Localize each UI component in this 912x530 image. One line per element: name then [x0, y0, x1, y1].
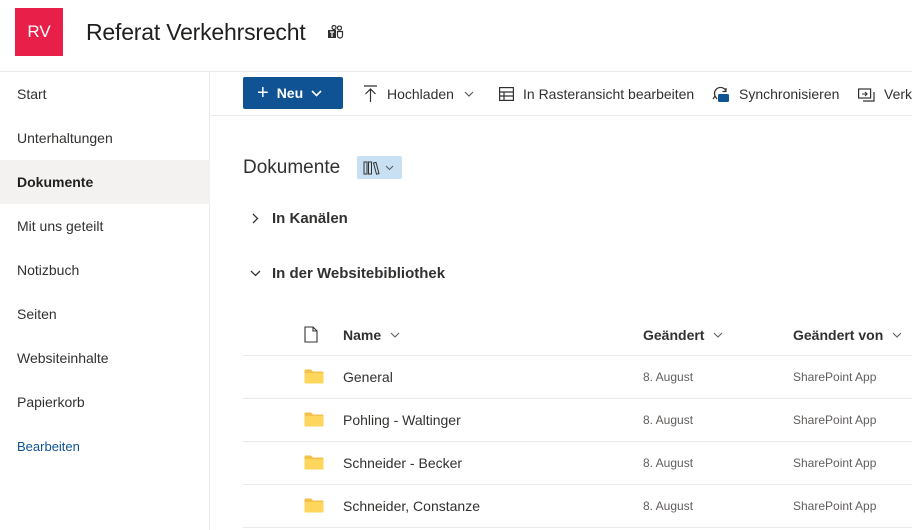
column-header-name-label: Name — [343, 327, 382, 343]
file-type-icon[interactable] — [304, 326, 318, 343]
new-button[interactable]: + Neu — [243, 77, 343, 109]
folder-icon — [304, 455, 324, 470]
column-header-name[interactable]: Name — [343, 320, 400, 350]
upload-label: Hochladen — [387, 86, 454, 102]
shortcut-icon — [858, 87, 875, 102]
row-modified: 8. August — [643, 413, 694, 427]
column-header-modified-by-label: Geändert von — [793, 327, 884, 343]
library-title: Dokumente — [243, 157, 341, 178]
section-site-library[interactable]: In der Websitebibliothek — [243, 258, 445, 288]
chevron-down-icon — [390, 332, 400, 338]
nav-item-documents[interactable]: Dokumente — [0, 160, 210, 204]
row-modified-by: SharePoint App — [793, 499, 877, 513]
nav-item-recycle-bin[interactable]: Papierkorb — [0, 380, 210, 424]
chevron-down-icon — [464, 91, 474, 97]
column-header-modified-label: Geändert — [643, 327, 705, 343]
site-header: RV Referat Verkehrsrecht — [0, 0, 912, 70]
row-modified-by: SharePoint App — [793, 456, 877, 470]
row-modified: 8. August — [643, 456, 694, 470]
upload-icon — [364, 85, 377, 102]
table-row[interactable]: General 8. August SharePoint App — [243, 356, 912, 399]
left-navigation: Start Unterhaltungen Dokumente Mit uns g… — [0, 72, 210, 530]
teams-icon[interactable] — [327, 25, 344, 40]
section-in-channels[interactable]: In Kanälen — [243, 203, 348, 233]
folder-icon — [304, 498, 324, 513]
row-name[interactable]: Schneider, Constanze — [343, 498, 480, 514]
section-in-channels-label: In Kanälen — [272, 209, 348, 227]
chevron-down-icon — [311, 89, 322, 97]
chevron-down-icon — [385, 165, 394, 170]
column-header-modified[interactable]: Geändert — [643, 320, 723, 350]
grid-view-icon — [499, 87, 514, 101]
site-logo[interactable]: RV — [15, 8, 63, 56]
shortcut-label: Verkn — [884, 86, 912, 102]
shortcut-button[interactable]: Verkn — [858, 80, 912, 108]
row-name[interactable]: Schneider - Becker — [343, 455, 462, 471]
nav-item-notebook[interactable]: Notizbuch — [0, 248, 210, 292]
view-switcher[interactable] — [357, 156, 402, 179]
table-row[interactable]: Schneider, Constanze 8. August SharePoin… — [243, 485, 912, 528]
upload-button[interactable]: Hochladen — [363, 80, 474, 108]
row-modified: 8. August — [643, 370, 694, 384]
edit-grid-view-button[interactable]: In Rasteransicht bearbeiten — [499, 80, 694, 108]
row-modified-by: SharePoint App — [793, 370, 877, 384]
row-name[interactable]: Pohling - Waltinger — [343, 412, 461, 428]
nav-edit-link[interactable]: Bearbeiten — [0, 424, 210, 468]
column-header-modified-by[interactable]: Geändert von — [793, 320, 902, 350]
new-button-label: Neu — [276, 85, 304, 101]
nav-item-site-contents[interactable]: Websiteinhalte — [0, 336, 210, 380]
folder-icon — [304, 369, 324, 384]
sync-button[interactable]: Synchronisieren — [712, 80, 839, 108]
row-modified-by: SharePoint App — [793, 413, 877, 427]
chevron-right-icon — [252, 213, 259, 223]
plus-icon: + — [257, 82, 269, 104]
nav-item-start[interactable]: Start — [0, 72, 210, 116]
chevron-down-icon — [250, 270, 261, 276]
sync-icon — [712, 86, 729, 102]
table-row[interactable]: Schneider - Becker 8. August SharePoint … — [243, 442, 912, 485]
nav-item-pages[interactable]: Seiten — [0, 292, 210, 336]
chevron-down-icon — [892, 332, 902, 338]
row-name[interactable]: General — [343, 369, 393, 385]
command-bar: + Neu Hochladen In Rasteransicht bearbei… — [211, 72, 912, 116]
nav-item-shared-with-us[interactable]: Mit uns geteilt — [0, 204, 210, 248]
section-site-library-label: In der Websitebibliothek — [272, 264, 446, 282]
sync-label: Synchronisieren — [739, 86, 840, 102]
folder-icon — [304, 412, 324, 427]
library-view-icon — [363, 161, 380, 175]
nav-item-conversations[interactable]: Unterhaltungen — [0, 116, 210, 160]
site-title[interactable]: Referat Verkehrsrecht — [86, 19, 306, 46]
row-modified: 8. August — [643, 499, 694, 513]
table-row[interactable]: Pohling - Waltinger 8. August SharePoint… — [243, 399, 912, 442]
chevron-down-icon — [714, 332, 723, 338]
edit-grid-view-label: In Rasteransicht bearbeiten — [523, 86, 695, 102]
